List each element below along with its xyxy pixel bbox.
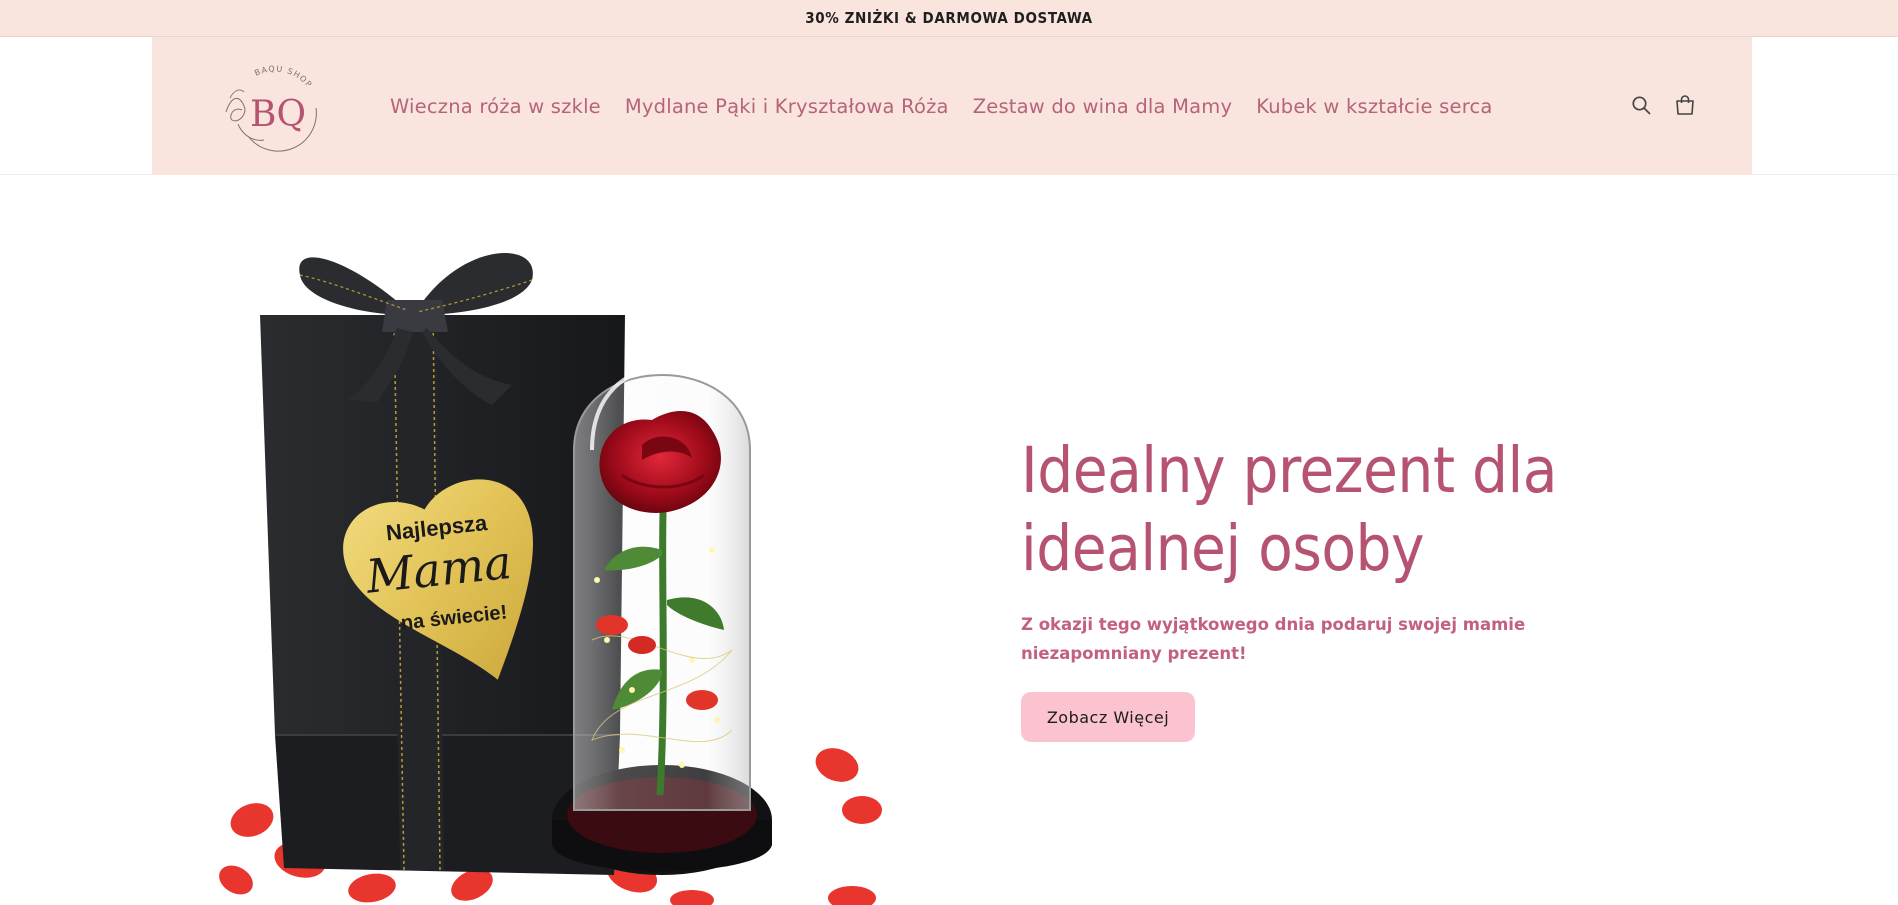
glass-dome-rose [552,368,772,875]
nav-item-zestaw-do-wina[interactable]: Zestaw do wina dla Mamy [973,95,1233,118]
svg-text:BAQU SHOP: BAQU SHOP [253,64,314,89]
header-inner: BAQU SHOP BQ Wieczna róża w szkle Mydlan… [152,37,1752,175]
logo-graphic: BAQU SHOP BQ [225,64,317,152]
search-button[interactable] [1624,88,1658,122]
hero-title-line-1: Idealny prezent dla [1021,434,1558,507]
announcement-text: 30% ZNIŻKI & DARMOWA DOSTAWA [805,9,1093,27]
main-nav: Wieczna róża w szkle Mydlane Pąki i Krys… [390,37,1493,175]
hero-title: Idealny prezent dla idealnej osoby [1021,432,1641,588]
see-more-button[interactable]: Zobacz Więcej [1021,692,1195,742]
logo-arc-text: BAQU SHOP [253,64,313,89]
announcement-bar: 30% ZNIŻKI & DARMOWA DOSTAWA [0,0,1898,37]
nav-item-wieczna-roza[interactable]: Wieczna róża w szkle [390,95,601,118]
logo[interactable]: BAQU SHOP BQ [218,54,328,158]
site-header: BAQU SHOP BQ Wieczna róża w szkle Mydlan… [0,37,1898,175]
search-icon [1632,96,1651,115]
cart-icon [1676,95,1694,115]
hero-title-line-2: idealnej osoby [1021,512,1425,585]
cart-button[interactable] [1668,88,1702,122]
logo-monogram: BQ [250,94,306,135]
hero-product-image: Najlepsza Mama na świecie! [212,220,912,905]
hero-text-block: Idealny prezent dla idealnej osoby Z oka… [1021,432,1641,742]
hero-subtitle: Z okazji tego wyjątkowego dnia podaruj s… [1021,615,1526,663]
nav-item-mydlane-paki[interactable]: Mydlane Pąki i Kryształowa Róża [625,95,949,118]
nav-item-kubek-serce[interactable]: Kubek w kształcie serca [1256,95,1492,118]
